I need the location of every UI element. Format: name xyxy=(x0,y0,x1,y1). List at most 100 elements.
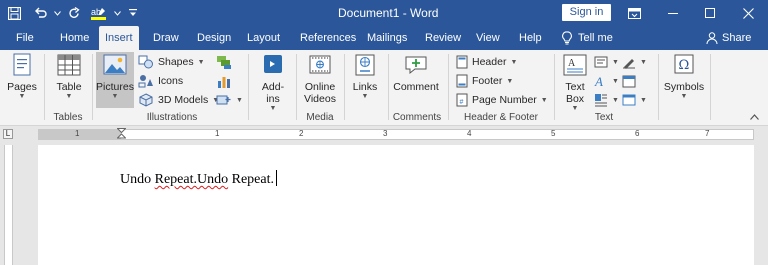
links-button[interactable]: Links ▼ xyxy=(348,52,382,101)
tab-review[interactable]: Review xyxy=(425,26,461,50)
comment-button[interactable]: Comment xyxy=(393,52,439,93)
page-number-button[interactable]: # Page Number ▼ xyxy=(456,91,548,109)
maximize-icon xyxy=(705,8,715,18)
vertical-ruler-area xyxy=(0,145,14,265)
pictures-icon xyxy=(103,54,127,75)
tab-references[interactable]: References xyxy=(300,26,356,50)
save-button[interactable] xyxy=(0,0,28,26)
group-label-media: Media xyxy=(306,112,334,123)
icons-icon xyxy=(138,75,153,88)
tell-me-label: Tell me xyxy=(578,32,613,44)
chart-button[interactable] xyxy=(216,72,232,90)
indent-marker[interactable] xyxy=(117,128,126,140)
table-button[interactable]: Table ▼ xyxy=(52,52,86,101)
3d-models-button[interactable]: 3D Models ▼ xyxy=(138,91,219,109)
tab-design[interactable]: Design xyxy=(197,26,231,50)
vertical-ruler[interactable] xyxy=(4,145,13,265)
group-separator xyxy=(344,54,345,120)
spelling-error-text[interactable]: Repeat.Undo xyxy=(155,172,228,187)
pages-button[interactable]: Pages ▼ xyxy=(6,52,38,101)
quick-parts-button[interactable]: ▼ xyxy=(594,53,619,71)
ribbon-tabs: File Home Insert Draw Design Layout Refe… xyxy=(0,26,768,50)
ruler-number: 4 xyxy=(467,129,472,138)
add-ins-button[interactable]: Add- ins ▼ xyxy=(256,52,290,113)
tab-selector[interactable]: L xyxy=(3,129,13,139)
close-icon xyxy=(742,7,754,19)
table-label: Table xyxy=(56,81,82,93)
video-icon xyxy=(309,55,331,74)
horizontal-ruler[interactable]: 1 1 2 3 4 5 6 7 xyxy=(38,128,754,140)
screenshot-button[interactable]: ▼ xyxy=(216,91,243,109)
document-page[interactable]: Undo Repeat.Undo Repeat. xyxy=(38,145,754,265)
chevron-down-icon: ▼ xyxy=(18,93,26,100)
cube-icon xyxy=(139,93,153,107)
undo-dropdown[interactable] xyxy=(52,0,62,26)
chevron-down-icon: ▼ xyxy=(640,58,647,66)
group-label-illustrations: Illustrations xyxy=(146,112,198,123)
svg-text:A: A xyxy=(568,58,576,69)
group-separator xyxy=(710,54,711,120)
chevron-down-icon xyxy=(53,10,61,16)
ruler-number: 1 xyxy=(215,129,220,138)
maximize-button[interactable] xyxy=(690,0,730,26)
header-button[interactable]: Header ▼ xyxy=(456,53,517,71)
tab-help[interactable]: Help xyxy=(519,26,542,50)
pictures-button[interactable]: Pictures ▼ xyxy=(96,52,134,101)
tab-view[interactable]: View xyxy=(476,26,500,50)
ruler-left-margin xyxy=(39,130,121,139)
tab-layout[interactable]: Layout xyxy=(247,26,280,50)
lightbulb-icon xyxy=(562,31,572,45)
svg-text:A: A xyxy=(594,74,603,88)
collapse-ribbon-button[interactable] xyxy=(750,108,759,126)
footer-button[interactable]: Footer ▼ xyxy=(456,72,513,90)
share-label: Share xyxy=(722,32,752,44)
ribbon-display-options-button[interactable] xyxy=(614,0,654,26)
chevron-up-icon xyxy=(750,114,759,120)
group-separator xyxy=(296,54,297,120)
online-videos-button[interactable]: Online Videos xyxy=(300,52,340,105)
wordart-button[interactable]: A ▼ xyxy=(594,72,619,90)
drop-cap-button[interactable]: ▼ xyxy=(594,91,619,109)
redo-icon xyxy=(68,6,80,18)
shapes-button[interactable]: Shapes ▼ xyxy=(138,53,205,71)
highlight-icon: ab xyxy=(91,7,106,20)
group-separator xyxy=(554,54,555,120)
smartart-button[interactable] xyxy=(216,53,232,71)
pictures-label: Pictures xyxy=(96,81,134,93)
minimize-button[interactable] xyxy=(653,0,693,26)
chart-icon xyxy=(218,76,230,88)
customize-qat-button[interactable] xyxy=(122,0,144,26)
signature-line-button[interactable]: ▼ xyxy=(622,53,647,71)
text-box-button[interactable]: A Text Box ▼ xyxy=(560,52,590,113)
highlight-dropdown[interactable] xyxy=(112,0,122,26)
person-icon xyxy=(706,32,718,44)
highlight-button[interactable]: ab xyxy=(86,0,112,26)
signature-icon xyxy=(623,59,635,69)
chevron-down-icon: ▼ xyxy=(197,58,205,66)
undo-button[interactable] xyxy=(28,0,52,26)
document-text[interactable]: Undo Repeat.Undo Repeat. xyxy=(120,170,277,188)
link-icon xyxy=(355,54,375,76)
tab-insert[interactable]: Insert xyxy=(99,26,139,50)
share-button[interactable]: Share xyxy=(706,26,751,50)
chevron-down-icon xyxy=(113,10,121,16)
page-number-label: Page Number xyxy=(472,94,537,106)
object-button[interactable]: ▼ xyxy=(622,91,647,109)
icons-button[interactable]: Icons xyxy=(138,72,183,90)
tab-mailings[interactable]: Mailings xyxy=(367,26,407,50)
redo-button[interactable] xyxy=(62,0,86,26)
symbols-button[interactable]: Ω Symbols ▼ xyxy=(662,52,706,101)
shapes-icon xyxy=(138,55,153,69)
close-button[interactable] xyxy=(728,0,768,26)
ruler-number: 5 xyxy=(551,129,556,138)
tab-file[interactable]: File xyxy=(16,26,34,50)
tell-me-box[interactable]: Tell me xyxy=(562,26,613,50)
tab-home[interactable]: Home xyxy=(60,26,89,50)
sign-in-button[interactable]: Sign in xyxy=(562,4,611,21)
date-time-button[interactable] xyxy=(622,72,636,90)
quick-parts-icon xyxy=(594,56,608,68)
tab-draw[interactable]: Draw xyxy=(153,26,179,50)
text-run: Undo xyxy=(120,172,155,187)
svg-text:#: # xyxy=(460,99,464,106)
window-title: Document1 - Word xyxy=(338,6,439,20)
